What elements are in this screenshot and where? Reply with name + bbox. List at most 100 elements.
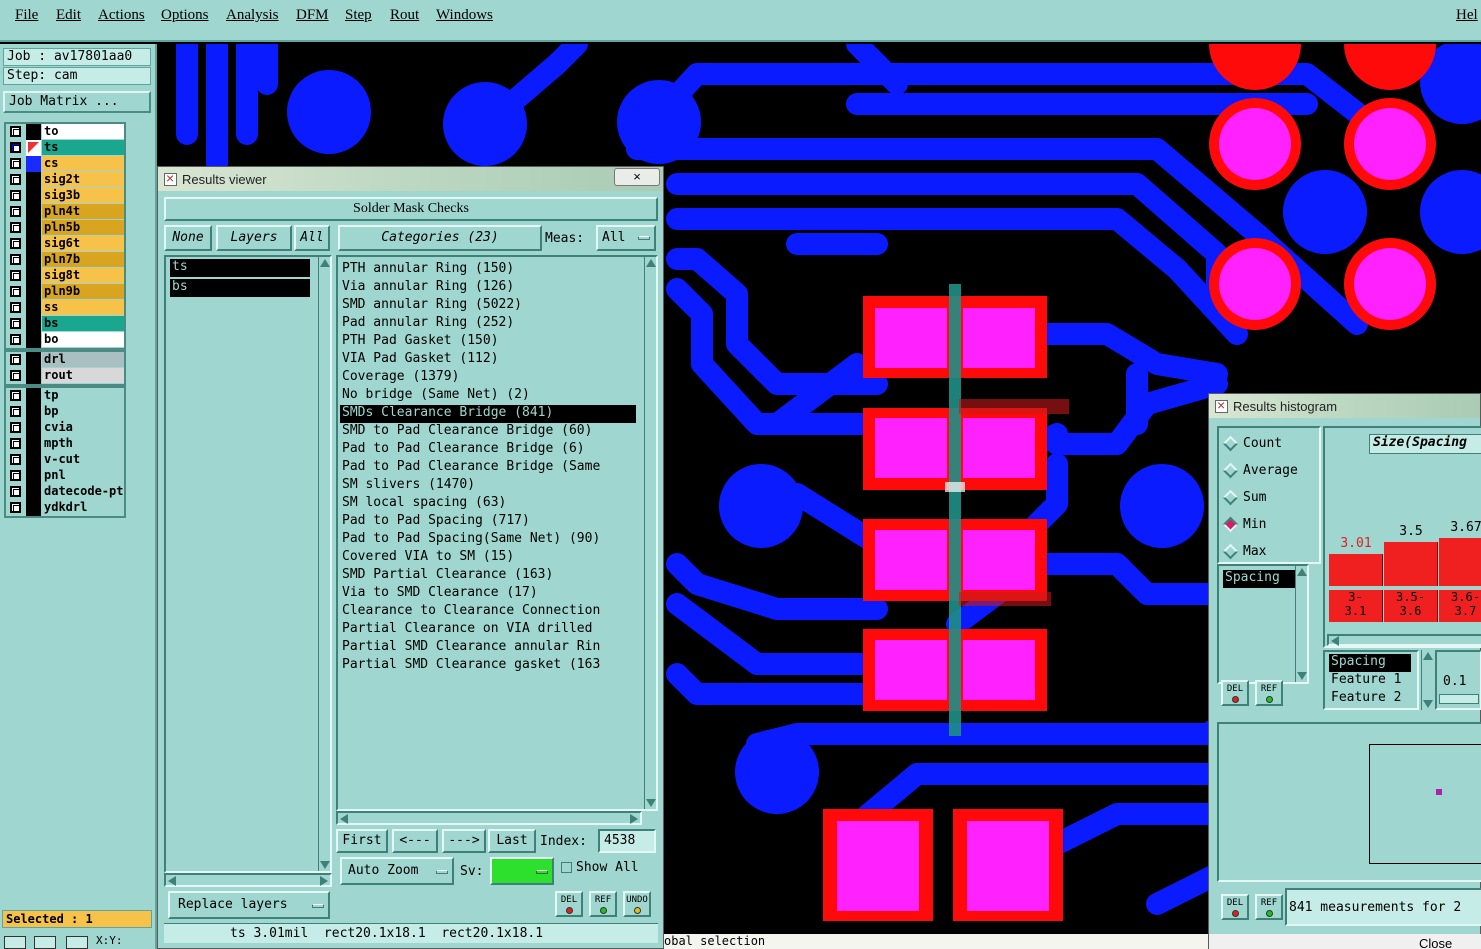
layer-checkbox[interactable]: [10, 406, 21, 417]
layer-checkbox[interactable]: [10, 354, 21, 365]
category-item[interactable]: Pad annular Ring (252): [340, 315, 636, 333]
threshold-slider[interactable]: [1439, 694, 1479, 704]
layer-checkbox[interactable]: [10, 126, 21, 137]
layer-checkbox[interactable]: [10, 206, 21, 217]
layer-row-cs[interactable]: cs: [6, 156, 124, 172]
layer-checkbox[interactable]: [10, 438, 21, 449]
replace-layers-dropdown[interactable]: Replace layers: [168, 891, 330, 919]
hist-delete-button-2[interactable]: DEL: [1221, 894, 1249, 920]
job-matrix-button[interactable]: Job Matrix ...: [3, 91, 151, 113]
category-item[interactable]: Partial Clearance on VIA drilled: [340, 621, 636, 639]
category-item[interactable]: Covered VIA to SM (15): [340, 549, 636, 567]
layer-color-swatch[interactable]: [26, 452, 41, 468]
layer-checkbox[interactable]: [10, 470, 21, 481]
category-item[interactable]: Clearance to Clearance Connection: [340, 603, 636, 621]
radio-count[interactable]: [1222, 435, 1239, 452]
auto-zoom-dropdown[interactable]: Auto Zoom: [340, 857, 454, 885]
none-button[interactable]: None: [164, 225, 212, 251]
layer-color-swatch[interactable]: [26, 268, 41, 284]
category-item[interactable]: SM local spacing (63): [340, 495, 636, 513]
category-item[interactable]: Pad to Pad Spacing(Same Net) (90): [340, 531, 636, 549]
layer-row-ts[interactable]: ts: [6, 140, 124, 156]
category-item[interactable]: Partial SMD Clearance gasket (163: [340, 657, 636, 675]
layer-checkbox[interactable]: [10, 502, 21, 513]
layer-color-swatch[interactable]: [26, 468, 41, 484]
measure-list[interactable]: Spacing: [1217, 564, 1309, 684]
category-item[interactable]: SMD Partial Clearance (163): [340, 567, 636, 585]
histogram-titlebar[interactable]: Results histogram: [1209, 394, 1480, 418]
menu-actions[interactable]: Actions: [98, 7, 145, 24]
category-item[interactable]: Pad to Pad Clearance Bridge (Same: [340, 459, 636, 477]
layer-color-swatch[interactable]: [26, 436, 41, 452]
layer-checkbox[interactable]: [10, 302, 21, 313]
category-item[interactable]: PTH annular Ring (150): [340, 261, 636, 279]
layer-row-bo[interactable]: bo: [6, 332, 124, 348]
layer-row-rout[interactable]: rout: [6, 368, 124, 384]
layer-checkbox[interactable]: [10, 142, 21, 153]
category-list[interactable]: PTH annular Ring (150) Via annular Ring (…: [336, 255, 658, 811]
layer-color-swatch[interactable]: [26, 284, 41, 300]
all-layers-button[interactable]: All: [294, 225, 330, 251]
layer-checkbox[interactable]: [10, 254, 21, 265]
category-item[interactable]: SMDs Clearance Bridge (841): [340, 405, 636, 423]
layer-color-swatch[interactable]: [26, 500, 41, 516]
radio-min[interactable]: [1222, 516, 1239, 533]
layer-row-mpth[interactable]: mpth: [6, 436, 124, 452]
result-layer-item[interactable]: ts: [170, 259, 310, 277]
layer-color-swatch[interactable]: [26, 368, 41, 384]
radio-sum[interactable]: [1222, 489, 1239, 506]
layer-color-swatch[interactable]: [26, 204, 41, 220]
layer-checkbox[interactable]: [10, 318, 21, 329]
tool-icon-3[interactable]: [66, 936, 88, 949]
layer-color-swatch[interactable]: [26, 420, 41, 436]
first-button[interactable]: First: [336, 829, 388, 853]
menu-analysis[interactable]: Analysis: [226, 7, 279, 24]
layer-row-sig2t[interactable]: sig2t: [6, 172, 124, 188]
category-item[interactable]: Via to SMD Clearance (17): [340, 585, 636, 603]
layer-checkbox[interactable]: [10, 270, 21, 281]
layer-row-sig3b[interactable]: sig3b: [6, 188, 124, 204]
layer-checkbox[interactable]: [10, 222, 21, 233]
threshold-field[interactable]: 0.1: [1435, 650, 1481, 710]
category-item[interactable]: Pad to Pad Spacing (717): [340, 513, 636, 531]
layer-row-sig8t[interactable]: sig8t: [6, 268, 124, 284]
menu-windows[interactable]: Windows: [436, 7, 493, 24]
layer-checkbox[interactable]: [10, 334, 21, 345]
radio-average[interactable]: [1222, 462, 1239, 479]
layer-color-swatch[interactable]: [26, 252, 41, 268]
layers-button[interactable]: Layers: [216, 225, 292, 251]
radio-max[interactable]: [1222, 543, 1239, 560]
layer-list-scrollbar[interactable]: [318, 257, 330, 871]
layer-row-tp[interactable]: tp: [6, 388, 124, 404]
layer-row-ydkdrl[interactable]: ydkdrl: [6, 500, 124, 516]
measure-item[interactable]: Spacing: [1223, 570, 1295, 588]
prev-button[interactable]: <---: [392, 829, 438, 853]
menu-help[interactable]: Hel: [1456, 7, 1478, 24]
layer-row-pln4t[interactable]: pln4t: [6, 204, 124, 220]
histogram-bar[interactable]: [1439, 538, 1481, 586]
category-item[interactable]: VIA Pad Gasket (112): [340, 351, 636, 369]
layer-checkbox[interactable]: [10, 238, 21, 249]
layer-row-datecode-pte[interactable]: datecode-pte: [6, 484, 124, 500]
layer-checkbox[interactable]: [10, 174, 21, 185]
check-icon[interactable]: [34, 936, 56, 949]
layer-checkbox[interactable]: [10, 422, 21, 433]
layer-checkbox[interactable]: [10, 390, 21, 401]
category-list-scrollbar[interactable]: [644, 257, 656, 809]
meas-dropdown[interactable]: All: [596, 225, 656, 251]
category-list-hscrollbar[interactable]: [336, 811, 642, 825]
hist-ref-button-2[interactable]: REF: [1255, 894, 1283, 920]
layer-checkbox[interactable]: [10, 370, 21, 381]
measure-list-scrollbar[interactable]: [1295, 566, 1307, 682]
menu-dfm[interactable]: DFM: [296, 7, 329, 24]
layer-row-v-cut[interactable]: v-cut: [6, 452, 124, 468]
layer-color-swatch[interactable]: [26, 388, 41, 404]
category-item[interactable]: Pad to Pad Clearance Bridge (6): [340, 441, 636, 459]
menu-file[interactable]: File: [15, 7, 38, 24]
category-item[interactable]: No bridge (Same Net) (2): [340, 387, 636, 405]
layer-list-hscrollbar[interactable]: [164, 873, 332, 887]
menu-edit[interactable]: Edit: [56, 7, 81, 24]
histogram-close-button[interactable]: Close: [1419, 936, 1452, 949]
field-item[interactable]: Feature 1: [1329, 672, 1411, 690]
layer-row-bp[interactable]: bp: [6, 404, 124, 420]
